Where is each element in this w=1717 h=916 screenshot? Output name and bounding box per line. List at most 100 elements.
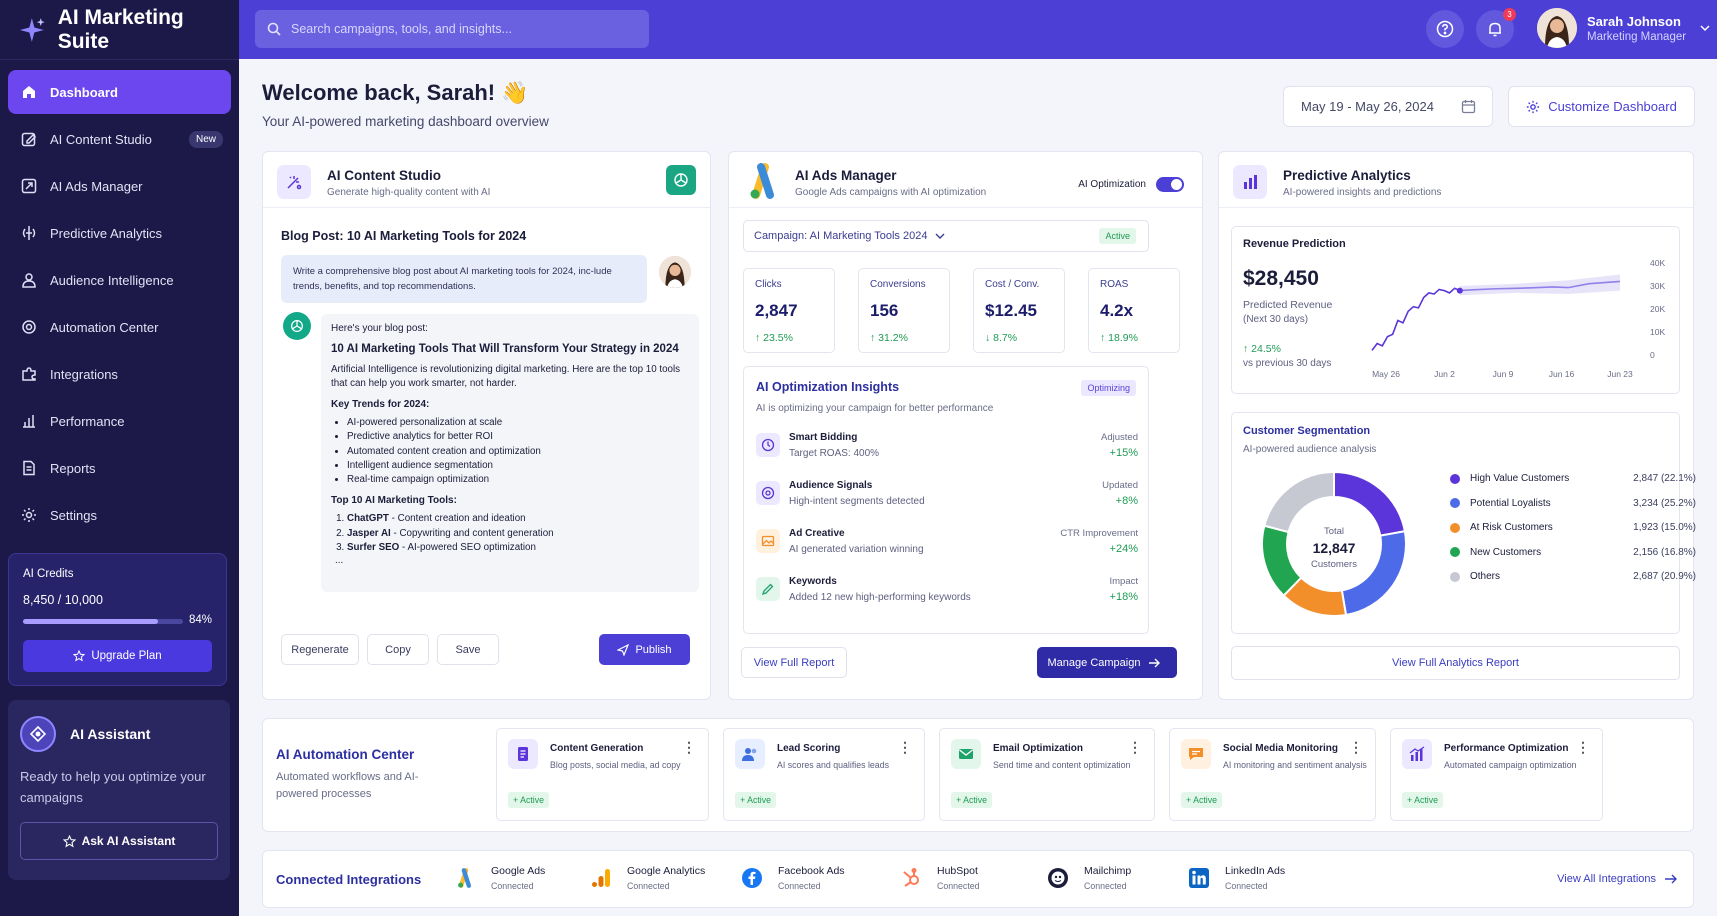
automation-card-title: Lead Scoring: [777, 743, 841, 754]
integration-hubspot[interactable]: HubSpot Connected: [899, 865, 980, 891]
save-button[interactable]: Save: [437, 634, 499, 665]
arrow-right-icon: [1665, 874, 1677, 884]
app-logo[interactable]: AI Marketing Suite: [0, 0, 239, 60]
bar-chart-icon: [1233, 165, 1267, 199]
legend-dot: [1450, 571, 1460, 582]
integration-name: HubSpot: [937, 865, 978, 877]
insight-label: Updated: [1102, 480, 1138, 491]
insights-title: AI Optimization Insights: [756, 380, 900, 394]
user-info: Sarah Johnson Marketing Manager: [1587, 14, 1686, 43]
y-tick-label: 0: [1650, 350, 1655, 360]
google-ads-icon: [453, 866, 477, 890]
legend-item: Potential Loyalists 3,234 (25.2%): [1450, 498, 1696, 509]
metric-roas: ROAS 4.2x ↑ 18.9%: [1088, 268, 1180, 353]
sidebar-item-dashboard[interactable]: Dashboard: [8, 70, 231, 114]
sidebar-item-predictive-analytics[interactable]: Predictive Analytics: [8, 211, 231, 255]
card-title: Predictive Analytics: [1283, 168, 1411, 183]
help-button[interactable]: [1426, 10, 1464, 48]
mailchimp-icon: [1046, 866, 1070, 890]
campaign-selector[interactable]: Campaign: AI Marketing Tools 2024 Active: [743, 220, 1149, 252]
user-menu[interactable]: Sarah Johnson Marketing Manager: [1537, 8, 1710, 48]
more-icon[interactable]: ⋮: [1349, 739, 1363, 756]
more-icon[interactable]: ⋮: [682, 739, 696, 756]
integration-facebook-ads[interactable]: Facebook Ads Connected: [740, 865, 845, 891]
customize-dashboard-button[interactable]: Customize Dashboard: [1508, 86, 1695, 127]
customer-segmentation-panel: Customer Segmentation AI-powered audienc…: [1231, 412, 1696, 634]
ai-credits-panel: AI Credits 8,450 / 10,000 84% Upgrade Pl…: [8, 553, 227, 686]
insight-title: Ad Creative: [789, 528, 845, 539]
automation-card-social-monitoring[interactable]: Social Media Monitoring AI monitoring an…: [1169, 728, 1376, 821]
status-badge: Active: [1099, 228, 1136, 244]
integration-google-ads[interactable]: Google Ads Connected: [453, 865, 545, 891]
ask-assistant-button[interactable]: Ask AI Assistant: [20, 822, 218, 860]
search-icon: [267, 22, 281, 36]
automation-title: AI Automation Center: [276, 747, 415, 762]
legend-name: High Value Customers: [1470, 473, 1570, 484]
sidebar-item-content-studio[interactable]: AI Content Studio New: [8, 117, 231, 161]
help-icon: [1436, 20, 1454, 38]
sidebar-item-performance[interactable]: Performance: [8, 399, 231, 443]
mail-icon: [951, 739, 981, 769]
series-line-actual: [1371, 287, 1461, 351]
bell-icon: [1489, 22, 1501, 37]
chat-icon: [1181, 739, 1211, 769]
view-all-integrations-link[interactable]: View All Integrations: [1557, 873, 1677, 885]
insight-label: CTR Improvement: [1060, 528, 1138, 539]
ai-optimization-toggle[interactable]: [1156, 177, 1184, 192]
publish-button[interactable]: Publish: [599, 634, 690, 665]
more-icon[interactable]: ⋮: [1576, 739, 1590, 756]
integration-mailchimp[interactable]: Mailchimp Connected: [1046, 865, 1131, 891]
sidebar-item-ads-manager[interactable]: AI Ads Manager: [8, 164, 231, 208]
automation-card-subtitle: AI scores and qualifies leads: [777, 760, 889, 770]
search-input[interactable]: Search campaigns, tools, and insights...: [255, 10, 649, 48]
notifications-button[interactable]: 3: [1476, 8, 1516, 48]
user-prompt-bubble: Write a comprehensive blog post about AI…: [281, 255, 647, 303]
automation-card-email-optimization[interactable]: Email Optimization Send time and content…: [939, 728, 1155, 821]
response-title: 10 AI Marketing Tools That Will Transfor…: [331, 343, 679, 355]
view-analytics-report-button[interactable]: View Full Analytics Report: [1231, 646, 1680, 680]
automation-card-lead-scoring[interactable]: Lead Scoring AI scores and qualifies lea…: [723, 728, 925, 821]
sidebar-item-audience-intelligence[interactable]: Audience Intelligence: [8, 258, 231, 302]
optimizing-badge: Optimizing: [1081, 380, 1136, 396]
integration-linkedin-ads[interactable]: LinkedIn Ads Connected: [1187, 865, 1285, 891]
tool-name: Surfer SEO: [347, 542, 400, 554]
arrow-right-icon: [1149, 658, 1161, 667]
legend-value: 2,847 (22.1%): [1633, 473, 1696, 484]
response-paragraph: Artificial Intelligence is revolutionizi…: [331, 364, 681, 389]
integration-google-analytics[interactable]: Google Analytics Connected: [589, 865, 705, 891]
integration-status: Connected: [1225, 881, 1268, 891]
avatar: [659, 256, 691, 288]
sidebar-item-settings[interactable]: Settings: [8, 493, 231, 537]
manage-campaign-button[interactable]: Manage Campaign: [1037, 647, 1177, 678]
more-icon[interactable]: ⋮: [1128, 739, 1142, 756]
document-icon: [508, 739, 538, 769]
target-icon: [756, 481, 780, 505]
sidebar-item-integrations[interactable]: Integrations: [8, 352, 231, 396]
metric-label: Cost / Conv.: [985, 279, 1040, 290]
sidebar-nav: Dashboard AI Content Studio New AI Ads M…: [0, 60, 239, 537]
revenue-line-chart: 0 10K 20K 30K 40K May 26 Jun 2 Jun 9 Jun 16 Jun 2…: [1371, 258, 1665, 379]
users-icon: [20, 271, 38, 289]
integration-status: Connected: [937, 881, 980, 891]
date-range-picker[interactable]: May 19 - May 26, 2024: [1283, 86, 1493, 127]
integration-name: Google Ads: [491, 865, 546, 877]
response-ellipsis: ...: [335, 555, 344, 567]
google-analytics-icon: [589, 866, 613, 890]
metric-value: 156: [870, 301, 899, 320]
more-icon[interactable]: ⋮: [898, 739, 912, 756]
upgrade-plan-button[interactable]: Upgrade Plan: [23, 640, 212, 672]
insight-value: +8%: [1115, 495, 1138, 507]
document-icon: [20, 459, 38, 477]
x-tick-label: Jun 23: [1607, 369, 1633, 379]
sidebar-item-reports[interactable]: Reports: [8, 446, 231, 490]
copy-button[interactable]: Copy: [367, 634, 429, 665]
users-icon: [735, 739, 765, 769]
automation-card-performance-optimization[interactable]: Performance Optimization Automated campa…: [1390, 728, 1603, 821]
legend-value: 3,234 (25.2%): [1633, 497, 1696, 509]
automation-card-content-generation[interactable]: Content Generation Blog posts, social me…: [496, 728, 709, 821]
metric-label: Conversions: [870, 279, 926, 290]
magic-wand-icon: [277, 165, 311, 199]
sidebar-item-automation-center[interactable]: Automation Center: [8, 305, 231, 349]
view-full-report-button[interactable]: View Full Report: [741, 647, 847, 678]
regenerate-button[interactable]: Regenerate: [281, 634, 359, 665]
